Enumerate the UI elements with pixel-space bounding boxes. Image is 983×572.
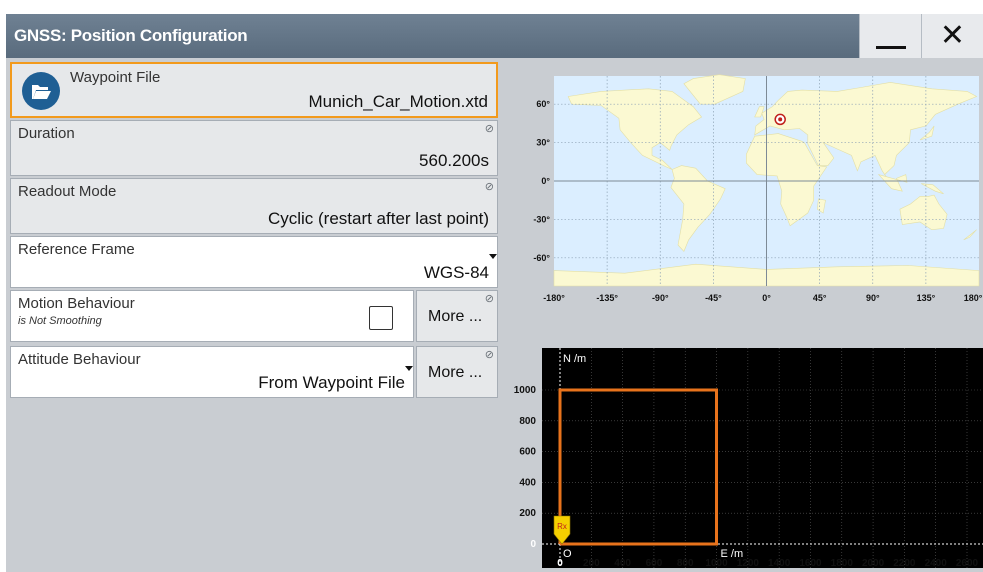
- waypoint-file-button[interactable]: Waypoint File Munich_Car_Motion.xtd: [10, 62, 498, 118]
- plot-y-tick: 0: [530, 539, 536, 550]
- reference-frame-dropdown[interactable]: Reference Frame WGS-84: [10, 236, 498, 288]
- map-lat-tick: -30°: [533, 214, 550, 224]
- window-title: GNSS: Position Configuration: [14, 26, 248, 45]
- reference-frame-value: WGS-84: [423, 263, 489, 282]
- plot-x-tick: 2200: [893, 558, 916, 569]
- readout-mode-field: Readout Mode ⊘ Cyclic (restart after las…: [10, 178, 498, 234]
- map-lon-tick: 90°: [866, 293, 880, 303]
- motion-more-label: More ...: [428, 308, 483, 325]
- plot-y-tick: 800: [519, 416, 536, 427]
- attitude-behaviour-label: Attitude Behaviour: [18, 351, 141, 368]
- waypoint-file-value: Munich_Car_Motion.xtd: [308, 92, 488, 111]
- read-only-icon: ⊘: [484, 349, 494, 361]
- position-marker-dot: [778, 117, 783, 122]
- readout-mode-value: Cyclic (restart after last point): [267, 209, 489, 228]
- map-lat-tick: -60°: [533, 253, 550, 263]
- duration-field: Duration ⊘ 560.200s: [10, 120, 498, 176]
- plot-x-tick: 1800: [831, 558, 854, 569]
- motion-smoothing-checkbox[interactable]: [369, 306, 393, 330]
- minimize-button[interactable]: [859, 14, 921, 58]
- plot-y-tick: 600: [519, 447, 536, 458]
- plot-y-tick: 1000: [514, 385, 537, 396]
- reference-frame-label: Reference Frame: [18, 241, 135, 258]
- title-bar: GNSS: Position Configuration ✕: [6, 14, 983, 58]
- duration-label: Duration: [18, 125, 75, 142]
- read-only-icon: ⊘: [484, 293, 494, 305]
- read-only-icon: ⊘: [484, 123, 494, 135]
- plot-y-axis-label: N /m: [563, 353, 586, 365]
- plot-x-tick: 1400: [768, 558, 791, 569]
- map-lon-tick: -45°: [705, 293, 722, 303]
- motion-behaviour-label: Motion Behaviour: [18, 295, 135, 312]
- plot-origin-label: O: [563, 548, 572, 560]
- map-lon-tick: -180°: [543, 293, 565, 303]
- map-lon-tick: -135°: [596, 293, 618, 303]
- plot-x-tick: 400: [614, 558, 631, 569]
- motion-more-button[interactable]: More ... ⊘: [416, 290, 498, 342]
- attitude-more-label: More ...: [428, 364, 483, 381]
- plot-x-tick: 800: [677, 558, 694, 569]
- plot-x-tick: 2600: [956, 558, 979, 569]
- waypoint-file-label: Waypoint File: [70, 69, 161, 86]
- plot-x-tick: 2000: [862, 558, 885, 569]
- trajectory-plot: 020040060080010000 200 400 600 800 1000 1200 14…: [502, 308, 983, 572]
- map-lat-tick: 0°: [541, 176, 550, 186]
- attitude-behaviour-value: From Waypoint File: [258, 373, 405, 392]
- attitude-behaviour-dropdown[interactable]: Attitude Behaviour From Waypoint File: [10, 346, 414, 398]
- motion-behaviour-status: is Not Smoothing: [18, 315, 102, 327]
- settings-panel: Waypoint File Munich_Car_Motion.xtd Dura…: [6, 58, 502, 572]
- map-lon-tick: 0°: [762, 293, 771, 303]
- dropdown-arrow-icon: [489, 254, 497, 259]
- minimize-icon: [875, 45, 906, 49]
- duration-value: 560.200s: [419, 151, 489, 170]
- attitude-more-button[interactable]: More ... ⊘: [416, 346, 498, 398]
- visualization-panel: 60° 30° 0° -30° -60° -180° -135° -90° -45° 0° 45° 9…: [502, 58, 983, 572]
- map-lon-tick: 45°: [813, 293, 827, 303]
- dropdown-arrow-icon: [405, 366, 413, 371]
- read-only-icon: ⊘: [484, 181, 494, 193]
- plot-y-tick: 200: [519, 508, 536, 519]
- folder-open-icon: [22, 72, 60, 110]
- receiver-label: Rx: [557, 522, 567, 531]
- plot-x-tick: 200: [583, 558, 600, 569]
- map-lat-tick: 30°: [536, 138, 550, 148]
- plot-x-tick: 2400: [925, 558, 948, 569]
- world-map: 60° 30° 0° -30° -60° -180° -135° -90° -45° 0° 45° 9…: [533, 74, 983, 303]
- plot-x-tick: 1600: [799, 558, 822, 569]
- close-button[interactable]: ✕: [921, 14, 983, 58]
- plot-x-tick: 600: [646, 558, 663, 569]
- map-lon-tick: 180°: [964, 293, 983, 303]
- plot-y-tick: 400: [519, 477, 536, 488]
- map-lon-tick: -90°: [652, 293, 669, 303]
- map-lat-tick: 60°: [536, 99, 550, 109]
- readout-mode-label: Readout Mode: [18, 183, 117, 200]
- map-lon-tick: 135°: [917, 293, 936, 303]
- position-marker: [774, 113, 786, 126]
- motion-behaviour-field[interactable]: Motion Behaviour is Not Smoothing: [10, 290, 414, 342]
- gnss-position-configuration-window: GNSS: Position Configuration ✕ Waypoint …: [6, 14, 983, 572]
- plot-x-axis-label: E /m: [721, 548, 744, 560]
- close-icon: ✕: [939, 18, 966, 53]
- plot-area: [542, 348, 983, 568]
